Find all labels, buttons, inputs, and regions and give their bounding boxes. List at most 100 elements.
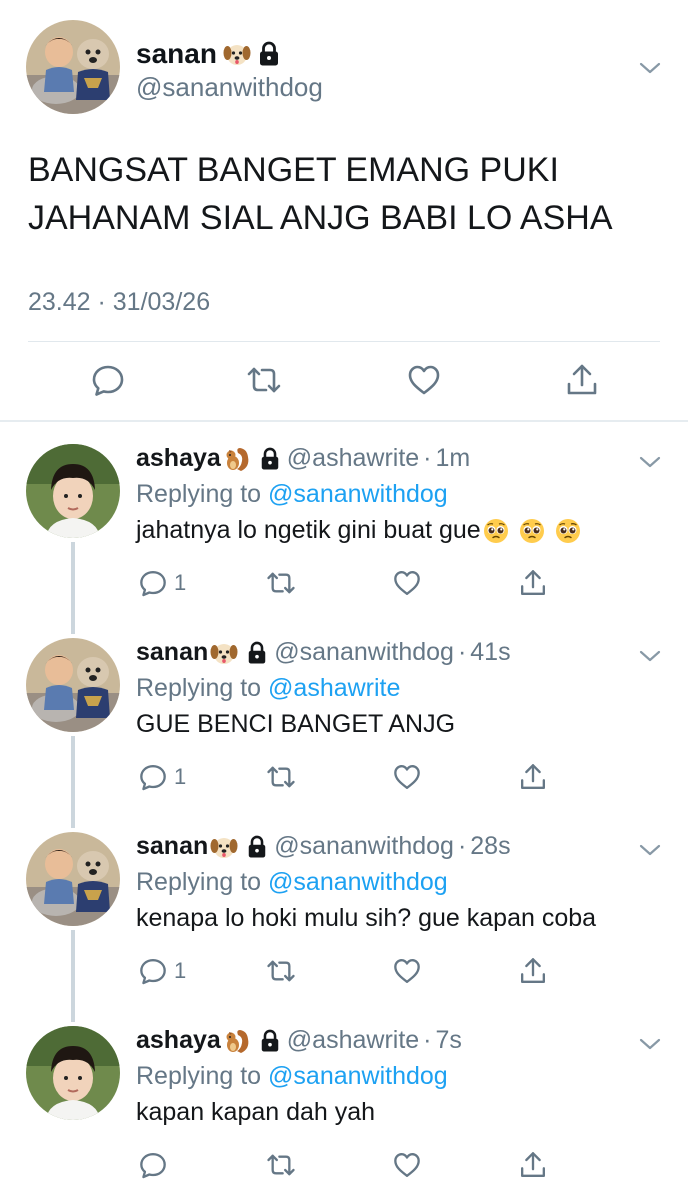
chevron-down-icon[interactable]	[638, 644, 662, 668]
share-icon	[518, 762, 548, 792]
reply-button[interactable]	[90, 362, 126, 398]
reply-author-name[interactable]: sanan	[136, 638, 208, 667]
share-button[interactable]	[518, 956, 548, 986]
like-button[interactable]	[392, 568, 422, 598]
replying-to-handle[interactable]: @ashawrite	[268, 674, 400, 702]
separator-dot: ·	[457, 832, 467, 860]
share-icon	[518, 568, 548, 598]
reply-time[interactable]: 28s	[470, 832, 510, 861]
replying-to-handle[interactable]: @sananwithdog	[268, 1062, 448, 1090]
dog-face-emoji	[210, 639, 238, 667]
retweet-icon	[266, 956, 296, 986]
share-icon	[518, 956, 548, 986]
reply-author-handle[interactable]: @sananwithdog	[274, 638, 454, 667]
separator-dot: ·	[423, 1026, 432, 1054]
retweet-icon	[266, 568, 296, 598]
tweet-timestamp[interactable]: 23.42 · 31/03/26	[28, 288, 210, 317]
share-icon	[518, 1150, 548, 1180]
like-button[interactable]	[392, 762, 422, 792]
avatar[interactable]	[26, 444, 120, 538]
like-icon	[392, 956, 422, 986]
reply-author-name[interactable]: sanan	[136, 832, 208, 861]
lock-icon	[259, 447, 281, 471]
like-button[interactable]	[392, 956, 422, 986]
reply-header: sanan @sananwithdog · 28s	[136, 832, 511, 861]
like-icon	[392, 762, 422, 792]
like-icon	[392, 568, 422, 598]
share-icon	[564, 362, 600, 398]
squirrel-emoji	[223, 1027, 251, 1055]
chevron-down-icon[interactable]	[638, 450, 662, 474]
dog-face-emoji	[210, 833, 238, 861]
reply-button[interactable]	[138, 1150, 168, 1180]
reply-text: jahatnya lo ngetik gini buat gue	[136, 516, 581, 545]
pleading-face-emoji	[555, 518, 581, 544]
retweet-button[interactable]	[266, 1150, 296, 1180]
reply-author-name[interactable]: ashaya	[136, 1026, 221, 1055]
share-button[interactable]	[518, 762, 548, 792]
reply-author-handle[interactable]: @ashawrite	[287, 1026, 419, 1055]
replying-to: Replying to @ashawrite	[136, 674, 400, 703]
like-icon	[392, 1150, 422, 1180]
reply-icon	[138, 568, 168, 598]
dog-face-emoji	[223, 40, 251, 68]
reply-text-content: kenapa lo hoki mulu sih? gue kapan coba	[136, 904, 597, 932]
avatar[interactable]	[26, 832, 120, 926]
like-button[interactable]	[406, 362, 442, 398]
replying-to-handle[interactable]: @sananwithdog	[268, 868, 448, 896]
retweet-icon	[266, 762, 296, 792]
reply-author-name[interactable]: ashaya	[136, 444, 221, 473]
replying-to-handle[interactable]: @sananwithdog	[268, 480, 448, 508]
retweet-button[interactable]	[246, 362, 282, 398]
reply-time[interactable]: 41s	[470, 638, 510, 667]
reply-tweet[interactable]: sanan @sananwithdog · 28s Replying to @s…	[0, 810, 688, 1004]
reply-tweet[interactable]: ashaya @ashawrite · 1m Replying to @sana…	[0, 422, 688, 616]
lock-icon	[246, 835, 268, 859]
author-name[interactable]: sanan	[136, 38, 281, 70]
share-button[interactable]	[518, 568, 548, 598]
replying-to: Replying to @sananwithdog	[136, 1062, 448, 1091]
retweet-button[interactable]	[266, 956, 296, 986]
reply-text: kenapa lo hoki mulu sih? gue kapan coba	[136, 904, 596, 933]
reply-button[interactable]	[138, 568, 168, 598]
avatar[interactable]	[26, 1026, 120, 1120]
retweet-button[interactable]	[266, 762, 296, 792]
reply-tweet[interactable]: ashaya @ashawrite · 7s Replying to @sana…	[0, 1004, 688, 1198]
share-button[interactable]	[518, 1150, 548, 1180]
avatar[interactable]	[26, 20, 120, 114]
reply-count: 1	[174, 764, 187, 789]
tweet-text-line-2: JAHANAM SIAL ANJG BABI LO ASHA	[28, 199, 613, 237]
like-button[interactable]	[392, 1150, 422, 1180]
retweet-icon	[266, 1150, 296, 1180]
chevron-down-icon[interactable]	[638, 1032, 662, 1056]
retweet-button[interactable]	[266, 568, 296, 598]
reply-header: sanan @sananwithdog · 41s	[136, 638, 511, 667]
tweet-text-line-1: BANGSAT BANGET EMANG PUKI	[28, 151, 559, 189]
reply-text: GUE BENCI BANGET ANJG	[136, 710, 455, 739]
share-button[interactable]	[564, 362, 600, 398]
separator-dot: ·	[423, 444, 432, 472]
reply-count: 1	[174, 570, 187, 595]
reply-icon	[90, 362, 126, 398]
reply-time[interactable]: 7s	[436, 1026, 462, 1055]
replying-to: Replying to @sananwithdog	[136, 868, 448, 897]
reply-button[interactable]	[138, 956, 168, 986]
lock-icon	[246, 641, 268, 665]
reply-button[interactable]	[138, 762, 168, 792]
reply-tweet[interactable]: sanan @sananwithdog · 41s Replying to @a…	[0, 616, 688, 810]
reply-time[interactable]: 1m	[436, 444, 471, 473]
tweet-text: BANGSAT BANGET EMANG PUKI JAHANAM SIAL A…	[28, 146, 668, 242]
reply-text: kapan kapan dah yah	[136, 1098, 375, 1127]
chevron-down-icon[interactable]	[638, 56, 662, 80]
author-handle[interactable]: @sananwithdog	[136, 72, 323, 103]
pleading-face-emoji	[483, 518, 509, 544]
replying-to-label: Replying to	[136, 868, 262, 896]
avatar[interactable]	[26, 638, 120, 732]
reply-count: 1	[174, 958, 187, 983]
reply-author-handle[interactable]: @sananwithdog	[274, 832, 454, 861]
chevron-down-icon[interactable]	[638, 838, 662, 862]
reply-text-content: GUE BENCI BANGET ANJG	[136, 710, 456, 738]
reply-author-handle[interactable]: @ashawrite	[287, 444, 419, 473]
author-name-text: sanan	[136, 38, 217, 69]
reply-text-content: kapan kapan dah yah	[136, 1098, 376, 1126]
